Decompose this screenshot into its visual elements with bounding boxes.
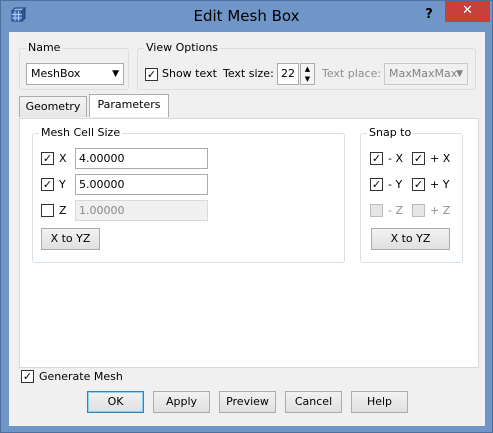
name-combobox[interactable]: MeshBox ▼ [26,63,124,85]
ok-button[interactable]: OK [87,391,144,413]
z-checkbox[interactable] [41,204,54,217]
help-icon[interactable]: ? [418,5,440,25]
snap-plus-x-label: + X [430,152,451,165]
show-text-label: Show text [162,67,217,80]
y-size-input[interactable]: 5.00000 [75,174,208,195]
cancel-button[interactable]: Cancel [285,391,342,413]
check-icon: ✓ [371,178,382,191]
view-options-group: View Options ✓ Show text Text size: 22 ▲… [137,41,476,90]
check-icon: ✓ [22,370,33,383]
snap-to-group: Snap to ✓ - X ✓ + X ✓ - Y ✓ + Y - Z + Z … [360,126,463,263]
snap-plus-z-checkbox[interactable] [412,204,425,217]
text-place-combobox[interactable]: MaxMaxMax ▼ [384,63,468,85]
check-icon: ✓ [413,152,424,165]
chevron-down-icon: ▼ [112,69,119,79]
dialog-client: Name MeshBox ▼ View Options ✓ Show text … [9,32,485,426]
text-size-input[interactable]: 22 [277,63,299,85]
snap-plus-x-checkbox[interactable]: ✓ [412,152,425,165]
check-icon: ✓ [413,178,424,191]
generate-mesh-checkbox[interactable]: ✓ [21,370,34,383]
title-bar[interactable]: Edit Mesh Box ? ✕ [1,1,492,32]
check-icon: ✓ [42,152,53,165]
snap-minus-z-label: - Z [388,204,404,217]
dialog-window: Edit Mesh Box ? ✕ Name MeshBox ▼ View Op… [0,0,493,433]
parameters-panel: Mesh Cell Size ✓ X 4.00000 ✓ Y 5.00000 Z [19,118,479,368]
tab-geometry[interactable]: Geometry [19,96,87,117]
snap-plus-y-checkbox[interactable]: ✓ [412,178,425,191]
help-button[interactable]: Help [351,391,408,413]
snap-minus-z-checkbox[interactable] [370,204,383,217]
x-size-input[interactable]: 4.00000 [75,148,208,169]
text-size-spinner[interactable]: ▲ ▼ [300,63,315,85]
view-options-title: View Options [144,41,221,54]
tab-bar: Geometry Parameters [19,94,479,120]
chevron-down-icon: ▼ [456,69,463,79]
spin-down-icon[interactable]: ▼ [301,74,314,84]
mesh-cell-size-group: Mesh Cell Size ✓ X 4.00000 ✓ Y 5.00000 Z [32,126,345,263]
name-group-title: Name [26,41,63,54]
check-icon: ✓ [42,178,53,191]
mesh-x-to-yz-button[interactable]: X to YZ [41,228,100,250]
close-icon[interactable]: ✕ [445,1,490,22]
check-icon: ✓ [371,152,382,165]
snap-to-title: Snap to [367,126,414,139]
y-label: Y [59,178,66,191]
check-icon: ✓ [146,68,157,81]
snap-plus-y-label: + Y [430,178,450,191]
z-size-input[interactable]: 1.00000 [75,200,208,221]
z-label: Z [59,204,67,217]
x-label: X [59,152,67,165]
snap-x-to-yz-button[interactable]: X to YZ [371,228,450,250]
snap-minus-x-label: - X [388,152,404,165]
snap-minus-y-checkbox[interactable]: ✓ [370,178,383,191]
text-place-label: Text place: [322,67,382,80]
tab-parameters[interactable]: Parameters [89,94,169,117]
snap-minus-y-label: - Y [388,178,403,191]
x-checkbox[interactable]: ✓ [41,152,54,165]
mesh-cell-size-title: Mesh Cell Size [39,126,123,139]
snap-minus-x-checkbox[interactable]: ✓ [370,152,383,165]
snap-plus-z-label: + Z [430,204,451,217]
generate-mesh-label: Generate Mesh [39,370,123,383]
spin-up-icon[interactable]: ▲ [301,64,314,74]
text-size-label: Text size: [223,67,274,80]
y-checkbox[interactable]: ✓ [41,178,54,191]
text-place-value: MaxMaxMax [389,67,458,80]
preview-button[interactable]: Preview [219,391,276,413]
name-value: MeshBox [31,67,81,80]
name-group: Name MeshBox ▼ [19,41,129,90]
show-text-checkbox[interactable]: ✓ [145,68,158,81]
apply-button[interactable]: Apply [153,391,210,413]
